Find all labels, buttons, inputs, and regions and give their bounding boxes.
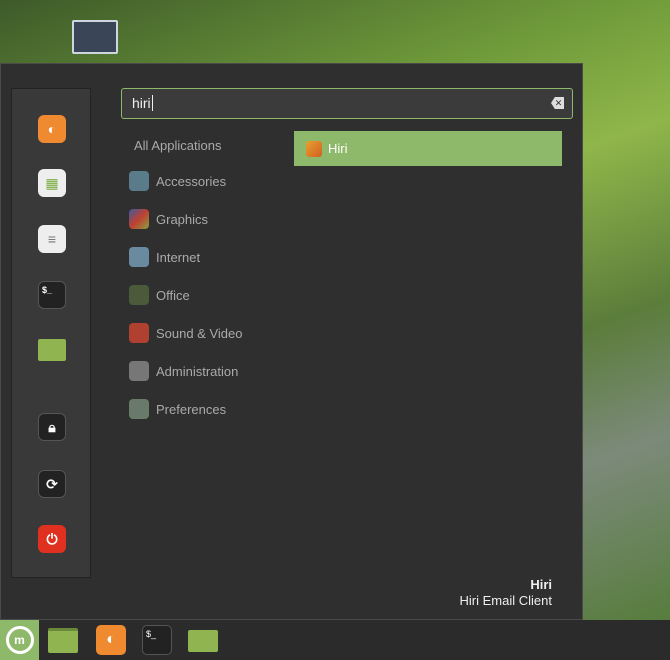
graphics-icon [129, 209, 149, 229]
mint-logo-icon: m [5, 626, 34, 654]
category-label: Administration [156, 363, 239, 379]
app-info-name: Hiri [530, 577, 552, 592]
hiri-icon [306, 140, 322, 157]
category-administration[interactable]: Administration [129, 361, 238, 381]
category-label: Graphics [156, 211, 209, 227]
lock-icon[interactable]: 🔒︎ [38, 413, 66, 441]
files-taskbar-icon[interactable] [188, 630, 218, 652]
category-label: Internet [156, 249, 201, 265]
category-office[interactable]: Office [129, 285, 190, 305]
app-info: Hiri Hiri Email Client [460, 577, 552, 609]
terminal-icon[interactable]: $_ [38, 281, 66, 309]
accessories-icon [129, 171, 149, 191]
terminal-taskbar-icon[interactable]: $_ [142, 625, 172, 655]
taskbar: m ◐ $_ [0, 620, 670, 660]
category-label: Sound & Video [156, 325, 243, 341]
category-graphics[interactable]: Graphics [129, 209, 208, 229]
clear-search-icon[interactable]: ✕ [551, 97, 564, 109]
category-preferences[interactable]: Preferences [129, 399, 226, 419]
computer-desktop-icon[interactable] [72, 20, 118, 54]
internet-icon [129, 247, 149, 267]
category-label: Preferences [156, 401, 227, 417]
firefox-taskbar-icon[interactable]: ◐ [96, 625, 126, 655]
result-hiri[interactable]: Hiri [294, 131, 562, 166]
firefox-icon[interactable]: ◐ [38, 115, 66, 143]
app-info-description: Hiri Email Client [459, 593, 552, 608]
mint-menu-button[interactable]: m [0, 620, 39, 660]
category-label: Accessories [156, 173, 227, 189]
power-icon[interactable]: ⏻ [38, 525, 66, 553]
category-all-applications[interactable]: All Applications [134, 138, 221, 153]
category-internet[interactable]: Internet [129, 247, 200, 267]
category-sound-video[interactable]: Sound & Video [129, 323, 243, 343]
search-input[interactable]: hiri ✕ [121, 88, 573, 119]
software-manager-icon[interactable]: ▦ [38, 169, 66, 197]
administration-icon [129, 361, 149, 381]
show-desktop-icon[interactable] [48, 628, 78, 653]
office-icon [129, 285, 149, 305]
files-folder-icon[interactable] [38, 339, 66, 361]
category-label: Office [156, 287, 190, 303]
preferences-icon [129, 399, 149, 419]
search-text: hiri [132, 95, 151, 111]
sound-video-icon [129, 323, 149, 343]
favorites-sidebar: ◐ ▦ ≡ $_ 🔒︎ ⟳ ⏻ [11, 88, 91, 578]
application-menu: ◐ ▦ ≡ $_ 🔒︎ ⟳ ⏻ hiri ✕ All Applications … [0, 63, 583, 620]
category-accessories[interactable]: Accessories [129, 171, 226, 191]
settings-icon[interactable]: ≡ [38, 225, 66, 253]
result-label: Hiri [328, 141, 348, 156]
logout-icon[interactable]: ⟳ [38, 470, 66, 498]
